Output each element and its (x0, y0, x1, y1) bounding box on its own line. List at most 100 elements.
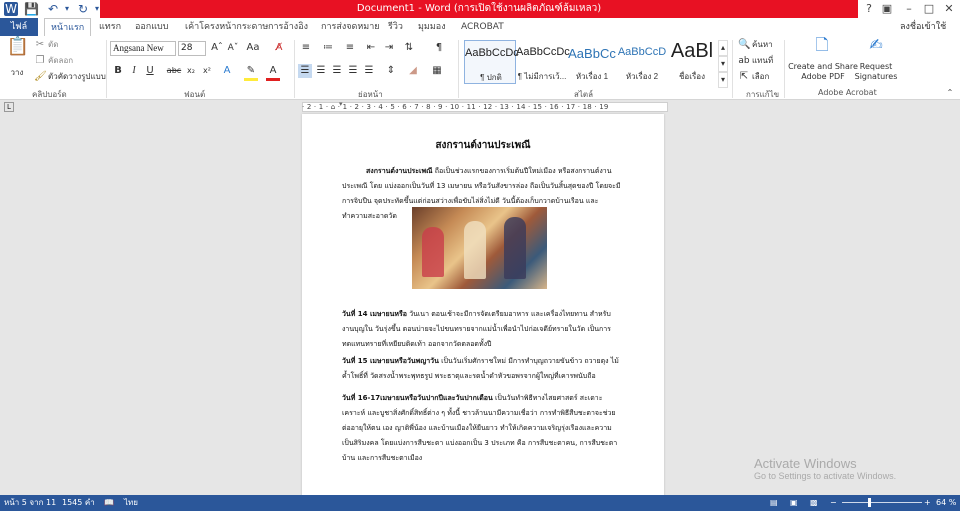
read-mode-icon[interactable]: ▤ (770, 495, 778, 511)
tab-references[interactable]: การอ้างอิง (268, 18, 308, 36)
cut-icon[interactable]: ✂ (34, 38, 46, 52)
doc-title: สงกรานต์งานประเพณี (435, 140, 531, 151)
web-layout-icon[interactable]: ▩ (810, 495, 818, 511)
justify-icon[interactable]: ☰ (346, 64, 360, 78)
change-case-icon[interactable]: Aa (246, 41, 260, 55)
styles-more-icon[interactable]: ▾ (718, 72, 728, 88)
paste-button[interactable]: วาง (2, 66, 32, 80)
zoom-slider-thumb[interactable] (868, 498, 871, 507)
tab-review[interactable]: รีวิว (388, 18, 403, 36)
help-icon[interactable]: ? (862, 2, 876, 16)
sign-in-link[interactable]: ลงชื่อเข้าใช้ (900, 18, 946, 36)
grow-font-icon[interactable]: Aˆ (210, 41, 224, 55)
italic-icon[interactable]: I (128, 64, 140, 78)
styles-scroll-down-icon[interactable]: ▾ (718, 56, 728, 72)
styles-scroll-up-icon[interactable]: ▴ (718, 40, 728, 56)
underline-icon[interactable]: U (144, 64, 156, 78)
tab-design[interactable]: ออกแบบ (135, 18, 169, 36)
redo-icon[interactable]: ↻ (76, 2, 90, 16)
replace-button[interactable]: แทนที่ (752, 54, 773, 68)
tab-insert[interactable]: แทรก (99, 18, 121, 36)
find-button[interactable]: ค้นหา (752, 38, 773, 52)
close-icon[interactable]: ✕ (942, 2, 956, 16)
format-painter-button[interactable]: ตัวคัดวางรูปแบบ (48, 70, 106, 84)
tab-layout[interactable]: เค้าโครงหน้ากระดาษ (185, 18, 268, 36)
zoom-out-icon[interactable]: − (830, 495, 837, 511)
style-sample: AaBl (670, 40, 714, 62)
doc-paragraph-4-text: เป็นวันทำพิธีทางไสยศาสตร์ สะเดาะ เคราะห์… (342, 394, 618, 462)
superscript-icon[interactable]: x² (200, 64, 214, 78)
language-indicator[interactable]: ไทย (124, 495, 138, 511)
tab-view[interactable]: มุมมอง (418, 18, 446, 36)
format-painter-icon[interactable]: 🖌 (34, 70, 47, 84)
copy-button[interactable]: คัดลอก (48, 54, 73, 68)
shading-icon[interactable]: ◢ (406, 64, 420, 78)
request-signatures-icon[interactable]: ✍ (866, 37, 886, 53)
style-name: ชื่อเรื่อง (679, 72, 705, 81)
highlight-icon[interactable]: ✎ (244, 64, 258, 81)
font-color-icon[interactable]: A (266, 64, 280, 81)
tab-selector-icon[interactable]: L (4, 102, 14, 112)
align-center-icon[interactable]: ☰ (314, 64, 328, 78)
print-layout-icon[interactable]: ▣ (790, 495, 798, 511)
undo-dropdown-icon[interactable]: ▾ (60, 2, 74, 16)
create-share-pdf-button[interactable]: Create and Share Adobe PDF (788, 62, 858, 82)
select-button[interactable]: เลือก (752, 70, 769, 84)
align-right-icon[interactable]: ☰ (330, 64, 344, 78)
bullets-icon[interactable]: ≡ (298, 41, 314, 55)
align-left-icon[interactable]: ☰ (298, 64, 312, 78)
line-spacing-icon[interactable]: ⇕ (384, 64, 398, 78)
undo-icon[interactable]: ↶ (46, 2, 60, 16)
zoom-slider[interactable] (842, 498, 922, 507)
tab-mailings[interactable]: การส่งจดหมาย (321, 18, 380, 36)
proofing-icon[interactable]: 📖 (104, 495, 114, 511)
zoom-level[interactable]: 64 % (936, 495, 956, 511)
window-title: Document1 - Word (การเปิดใช้งานผลิตภัณฑ์… (100, 0, 858, 18)
copy-icon[interactable]: ❐ (34, 54, 46, 68)
numbering-icon[interactable]: ≔ (320, 41, 336, 55)
tab-home[interactable]: หน้าแรก (44, 18, 92, 36)
minimize-icon[interactable]: – (902, 2, 916, 16)
style-heading-1[interactable]: AaBbCc หัวเรื่อง 1 (566, 40, 618, 84)
clear-format-icon[interactable]: A̸ (272, 41, 286, 55)
maximize-icon[interactable]: □ (922, 2, 936, 16)
create-pdf-icon[interactable]: 🗋 (812, 37, 832, 53)
show-marks-icon[interactable]: ¶ (432, 41, 446, 55)
strikethrough-icon[interactable]: abc (166, 64, 182, 78)
style-no-spacing[interactable]: AaBbCcDc ¶ ไม่มีการเว้... (516, 40, 570, 84)
shrink-font-icon[interactable]: Aˇ (226, 41, 240, 55)
distributed-icon[interactable]: ☰ (362, 64, 376, 78)
subscript-icon[interactable]: x₂ (184, 64, 198, 78)
borders-icon[interactable]: ▦ (430, 64, 444, 78)
zoom-in-icon[interactable]: + (924, 495, 931, 511)
find-icon[interactable]: 🔍 (738, 38, 750, 52)
style-normal[interactable]: AaBbCcDc ¶ ปกติ (464, 40, 519, 84)
replace-icon[interactable]: ab (738, 54, 750, 68)
word-count[interactable]: 1545 คำ (62, 495, 95, 511)
document-page[interactable]: สงกรานต์งานประเพณี สงกรานต์งานประเพณี ถื… (302, 114, 664, 498)
tab-acrobat[interactable]: ACROBAT (461, 18, 504, 36)
increase-indent-icon[interactable]: ⇥ (382, 41, 396, 55)
multilevel-list-icon[interactable]: ≡ (342, 41, 358, 55)
tab-file[interactable]: ไฟล์ (0, 18, 38, 36)
decrease-indent-icon[interactable]: ⇤ (364, 41, 378, 55)
bold-icon[interactable]: B (112, 64, 124, 78)
doc-paragraph-1-bold: สงกรานต์งานประเพณี (366, 167, 433, 175)
select-icon[interactable]: ⇱ (738, 70, 750, 84)
save-icon[interactable]: 💾 (24, 2, 39, 16)
paste-icon[interactable]: 📋 (6, 38, 30, 64)
style-title[interactable]: AaBl ชื่อเรื่อง (666, 40, 718, 84)
request-signatures-button[interactable]: Request Signatures (854, 62, 898, 82)
indent-marker-icon[interactable]: ▾ (339, 100, 343, 108)
text-effects-icon[interactable]: A (220, 64, 234, 78)
cut-button[interactable]: ตัด (48, 38, 58, 52)
photo-figure (504, 217, 526, 279)
font-name-combo[interactable]: Angsana New (110, 41, 176, 56)
font-size-combo[interactable]: 28 (178, 41, 206, 56)
page-count[interactable]: หน้า 5 จาก 11 (4, 495, 56, 511)
style-heading-2[interactable]: AaBbCcD หัวเรื่อง 2 (616, 40, 668, 84)
collapse-ribbon-icon[interactable]: ⌃ (944, 86, 956, 100)
acrobat-group-label: Adobe Acrobat (818, 88, 877, 97)
ribbon-display-icon[interactable]: ▣ (880, 2, 894, 16)
sort-icon[interactable]: ⇅ (402, 41, 416, 55)
